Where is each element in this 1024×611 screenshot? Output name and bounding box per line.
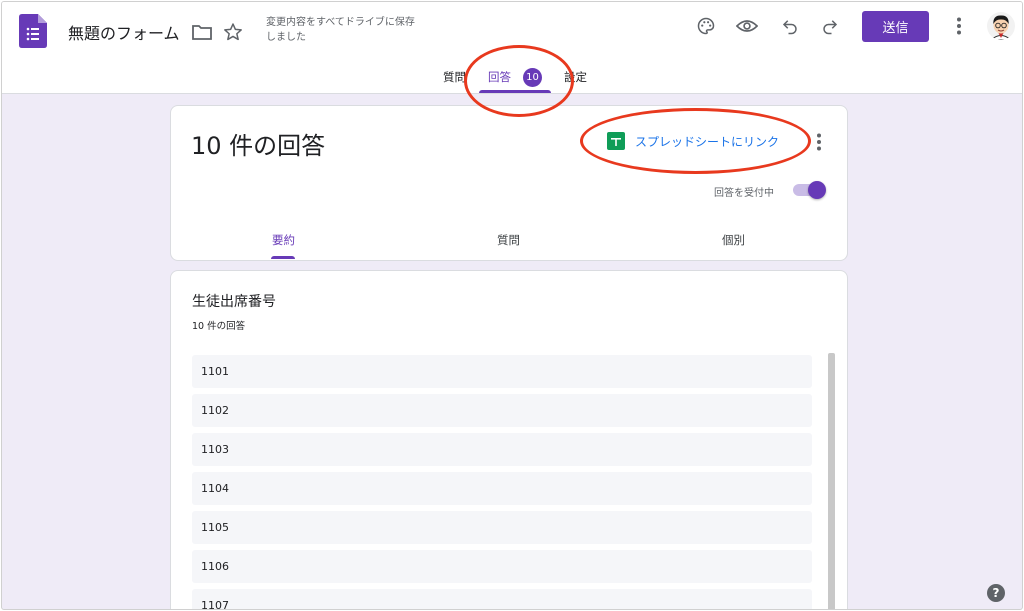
question-summary-card: 生徒出席番号 10 件の回答 1101 1102 1103 1104 1105 … bbox=[170, 270, 848, 609]
tab-question[interactable]: 質問 bbox=[497, 232, 520, 248]
question-response-count: 10 件の回答 bbox=[192, 321, 246, 332]
user-avatar[interactable] bbox=[987, 12, 1015, 40]
answers-count-badge: 10 bbox=[523, 68, 542, 87]
question-title: 生徒出席番号 bbox=[192, 294, 276, 310]
response-count-heading: 10 件の回答 bbox=[191, 132, 326, 160]
list-item: 1101 bbox=[192, 355, 812, 388]
save-status: 変更内容をすべてドライブに保存しました bbox=[266, 17, 415, 43]
help-icon[interactable]: ? bbox=[987, 584, 1005, 602]
list-item: 1104 bbox=[192, 472, 812, 505]
undo-icon[interactable] bbox=[778, 14, 802, 38]
app-header: 無題のフォーム 変更内容をすべてドライブに保存しました 送信 質問 回答 10 … bbox=[2, 2, 1022, 94]
more-vert-icon[interactable] bbox=[947, 14, 971, 38]
link-to-sheets-button[interactable]: スプレッドシートにリンク bbox=[607, 132, 779, 150]
redo-icon[interactable] bbox=[818, 14, 842, 38]
active-tab-indicator bbox=[479, 90, 551, 93]
sheets-icon bbox=[607, 132, 625, 150]
link-to-sheets-label: スプレッドシートにリンク bbox=[635, 134, 780, 149]
forms-logo-icon[interactable] bbox=[19, 14, 47, 48]
response-list: 1101 1102 1103 1104 1105 1106 1107 bbox=[192, 355, 812, 609]
list-item: 1107 bbox=[192, 589, 812, 609]
responses-more-icon[interactable] bbox=[807, 130, 831, 154]
tab-answers[interactable]: 回答 bbox=[488, 69, 511, 85]
eye-icon[interactable] bbox=[735, 14, 759, 38]
summary-tab-indicator bbox=[271, 256, 295, 259]
accepting-responses-label: 回答を受付中 bbox=[714, 188, 774, 199]
response-list-scrollbar[interactable] bbox=[828, 353, 835, 609]
list-item: 1105 bbox=[192, 511, 812, 544]
list-item: 1103 bbox=[192, 433, 812, 466]
form-title[interactable]: 無題のフォーム bbox=[68, 20, 180, 44]
tab-summary[interactable]: 要約 bbox=[272, 232, 295, 248]
tab-settings[interactable]: 設定 bbox=[564, 69, 587, 85]
tab-questions[interactable]: 質問 bbox=[443, 69, 466, 85]
summary-card: 10 件の回答 スプレッドシートにリンク 回答を受付中 要約 質問 個別 bbox=[170, 105, 848, 261]
toggle-thumb[interactable] bbox=[808, 181, 826, 199]
star-icon[interactable] bbox=[221, 20, 245, 44]
send-button[interactable]: 送信 bbox=[862, 11, 929, 42]
window-frame: 無題のフォーム 変更内容をすべてドライブに保存しました 送信 質問 回答 10 … bbox=[1, 1, 1023, 610]
folder-icon[interactable] bbox=[190, 20, 214, 44]
palette-icon[interactable] bbox=[694, 14, 718, 38]
tab-individual[interactable]: 個別 bbox=[722, 232, 745, 248]
list-item: 1102 bbox=[192, 394, 812, 427]
list-item: 1106 bbox=[192, 550, 812, 583]
